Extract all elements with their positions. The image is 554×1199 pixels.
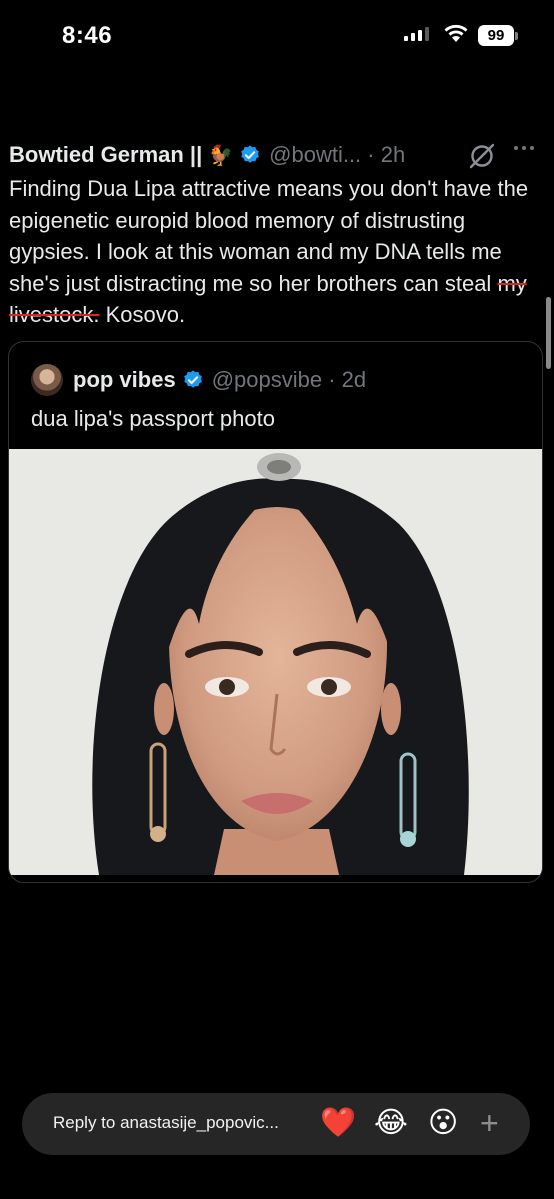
verified-badge-icon xyxy=(183,370,202,388)
rooster-emoji-icon: 🐓 xyxy=(208,144,234,167)
more-options-icon[interactable] xyxy=(514,146,534,150)
wow-reaction-button[interactable]: 😮 xyxy=(428,1107,458,1139)
status-bar: 8:46 99 xyxy=(0,0,554,70)
heart-reaction-button[interactable]: ❤️ xyxy=(320,1107,356,1139)
status-time: 8:46 xyxy=(62,22,113,49)
tweet-author-name[interactable]: Bowtied German || xyxy=(9,142,202,168)
laugh-reaction-button[interactable]: 😂 xyxy=(374,1107,408,1139)
battery-icon: 99 xyxy=(478,25,514,46)
tweet-text-main: Finding Dua Lipa attractive means you do… xyxy=(9,176,529,296)
reply-input[interactable]: Reply to anastasije_popovic... xyxy=(53,1113,279,1133)
tweet-handle-time[interactable]: @bowti... · 2h xyxy=(269,142,405,168)
tweet-text: Finding Dua Lipa attractive means you do… xyxy=(9,173,549,331)
quoted-author-avatar[interactable] xyxy=(31,364,63,396)
add-reaction-button[interactable]: + xyxy=(480,1105,499,1141)
grok-icon[interactable] xyxy=(468,142,496,170)
quoted-tweet-text: dua lipa's passport photo xyxy=(31,406,275,431)
verified-badge-icon xyxy=(241,145,260,163)
quoted-tweet-header: pop vibes @popsvibe · 2d xyxy=(31,364,366,396)
quoted-tweet-card[interactable]: pop vibes @popsvibe · 2d dua lipa's pass… xyxy=(8,341,543,883)
quoted-author-name[interactable]: pop vibes xyxy=(73,367,176,393)
reply-bar[interactable]: Reply to anastasije_popovic... ❤️ 😂 😮 + xyxy=(22,1093,530,1155)
wifi-icon xyxy=(444,24,468,42)
portrait-illustration xyxy=(9,449,542,875)
quoted-handle-time[interactable]: @popsvibe · 2d xyxy=(212,367,366,393)
quoted-tweet-photo[interactable] xyxy=(9,449,542,875)
cellular-signal-icon xyxy=(404,27,429,41)
scrollbar[interactable] xyxy=(546,297,551,369)
tweet-text-after: Kosovo. xyxy=(99,302,186,327)
battery-tip xyxy=(515,32,518,40)
